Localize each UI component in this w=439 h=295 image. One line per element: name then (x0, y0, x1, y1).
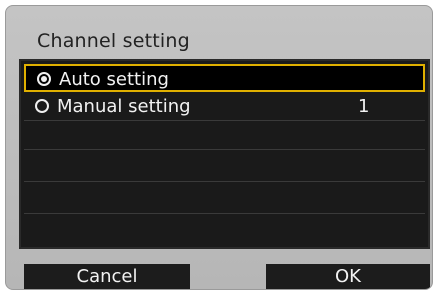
empty-list-row (24, 218, 425, 246)
radio-selected-icon (37, 72, 51, 86)
channel-number: 1 (358, 96, 370, 117)
option-label: Auto setting (59, 69, 169, 90)
cancel-button[interactable]: Cancel (24, 264, 190, 289)
empty-list-row (24, 186, 425, 214)
ok-button[interactable]: OK (266, 264, 430, 289)
empty-list-row (24, 154, 425, 182)
option-manual-setting[interactable]: Manual setting 1 (24, 93, 425, 121)
options-list: Auto setting Manual setting 1 (19, 59, 430, 249)
empty-list-row (24, 122, 425, 150)
option-auto-setting[interactable]: Auto setting (24, 64, 425, 92)
page-title: Channel setting (37, 30, 190, 52)
radio-unselected-icon (35, 99, 49, 113)
option-label: Manual setting (57, 96, 191, 117)
channel-setting-screen: Channel setting Auto setting Manual sett… (5, 5, 433, 290)
